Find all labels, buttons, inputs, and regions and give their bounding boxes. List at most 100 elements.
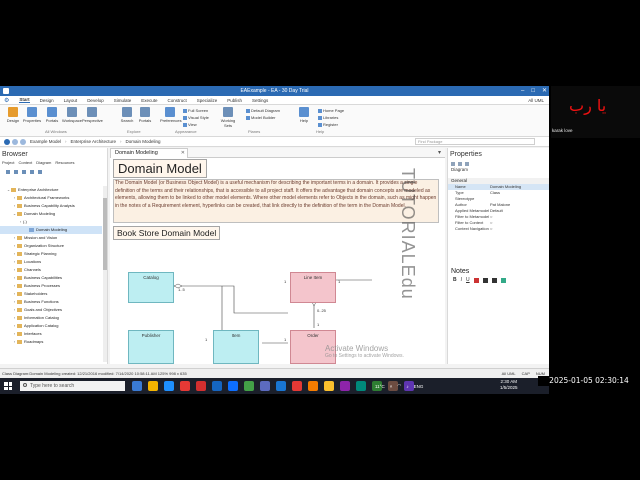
tree-item[interactable]: › Channels: [0, 266, 102, 274]
tray-overflow-icon[interactable]: ˄: [390, 384, 393, 389]
tree-item[interactable]: › Locations: [0, 258, 102, 266]
browser-tab-context[interactable]: Context: [18, 160, 32, 168]
status-perspective[interactable]: All UML: [502, 369, 516, 378]
forward-icon[interactable]: [12, 138, 18, 145]
close-tab-icon[interactable]: ✕: [181, 149, 185, 158]
libraries-button[interactable]: Libraries: [318, 115, 338, 120]
browser-tab-diagram[interactable]: Diagram: [36, 160, 51, 168]
property-value[interactable]: ○: [490, 226, 492, 232]
home-page-button[interactable]: Home Page: [318, 108, 344, 113]
crumb-example-model[interactable]: Example Model: [28, 139, 63, 144]
add-element-icon[interactable]: [14, 170, 18, 174]
diagram-canvas[interactable]: Domain Model The Domain Model (or Busine…: [110, 158, 441, 364]
taskbar-app-icon[interactable]: [164, 381, 174, 391]
taskbar-app-icon[interactable]: [132, 381, 142, 391]
categorized-icon[interactable]: [451, 161, 455, 166]
tab-settings[interactable]: Settings: [252, 98, 268, 103]
taskbar-app-icon[interactable]: [340, 381, 350, 391]
perspective-selector[interactable]: All UML: [528, 98, 544, 103]
add-package-icon[interactable]: [6, 170, 10, 174]
taskbar-app-icon[interactable]: [180, 381, 190, 391]
bullets-icon[interactable]: [482, 277, 488, 283]
up-icon[interactable]: [20, 138, 26, 145]
font-color-icon[interactable]: [473, 277, 479, 283]
visual-style-button[interactable]: Visual Style: [183, 115, 209, 120]
class-item[interactable]: Item: [213, 330, 259, 364]
class-line-item[interactable]: Line Item: [290, 272, 336, 303]
browser-scrollbar[interactable]: [103, 186, 107, 362]
tree-item[interactable]: › (.): [0, 218, 102, 226]
tree-item[interactable]: › Roadmaps: [0, 338, 102, 346]
taskbar-app-icon[interactable]: [356, 381, 366, 391]
ribbon-menu-icon[interactable]: ⚙: [4, 97, 9, 104]
insert-link-icon[interactable]: [500, 277, 506, 283]
taskbar-app-icon[interactable]: [244, 381, 254, 391]
taskbar-app-icon[interactable]: [276, 381, 286, 391]
tree-item[interactable]: › Business Processes: [0, 282, 102, 290]
back-icon[interactable]: [4, 138, 10, 145]
tab-start[interactable]: Start: [19, 97, 30, 103]
tree-item[interactable]: › Strategic Planning: [0, 250, 102, 258]
taskbar-clock[interactable]: 2:30 AM 1/5/2025: [500, 379, 518, 391]
taskbar-app-icon[interactable]: [228, 381, 238, 391]
tab-develop[interactable]: Develop: [87, 98, 104, 103]
class-publisher[interactable]: Publisher: [128, 330, 174, 364]
taskbar-app-icon[interactable]: [148, 381, 158, 391]
move-down-icon[interactable]: [30, 170, 34, 174]
tree-item[interactable]: › Goals and Objectives: [0, 306, 102, 314]
tab-specialize[interactable]: Specialize: [197, 98, 218, 103]
volume-icon[interactable]: ♪: [406, 384, 408, 389]
explore-portals-button[interactable]: Portals: [135, 107, 155, 123]
preferences-button[interactable]: Preferences: [160, 107, 182, 123]
taskbar-app-icon[interactable]: [212, 381, 222, 391]
weather-widget[interactable]: 11°C: [375, 384, 385, 389]
tree-item[interactable]: › Information Catalog: [0, 314, 102, 322]
taskbar-search[interactable]: Type here to search: [20, 381, 125, 391]
portals-button[interactable]: Portals: [42, 107, 62, 123]
taskbar-app-icon[interactable]: [324, 381, 334, 391]
class-catalog[interactable]: Catalog: [128, 272, 174, 303]
tab-construct[interactable]: Construct: [167, 98, 186, 103]
tree-item[interactable]: ⌄ Domain Modeling: [0, 210, 102, 218]
italic-button[interactable]: I: [461, 277, 462, 283]
crumb-domain-modeling[interactable]: Domain Modeling: [124, 139, 163, 144]
properties-menu-icon[interactable]: [465, 161, 469, 166]
help-button[interactable]: Help: [294, 107, 314, 123]
tree-item[interactable]: › Business Functions: [0, 298, 102, 306]
workspace-button[interactable]: Workspace: [62, 107, 82, 123]
full-screen-button[interactable]: Full Screen: [183, 108, 208, 113]
tab-execute[interactable]: Execute: [141, 98, 157, 103]
tab-design[interactable]: Design: [40, 98, 54, 103]
browser-menu-icon[interactable]: [38, 170, 42, 174]
browser-scroll-thumb[interactable]: [103, 198, 107, 270]
working-sets-button[interactable]: Working Sets: [218, 107, 238, 128]
browser-tab-resources[interactable]: Resources: [55, 160, 74, 168]
tree-item[interactable]: › Stakeholders: [0, 290, 102, 298]
crumb-enterprise-architecture[interactable]: Enterprise Architecture: [69, 139, 119, 144]
taskbar-app-icon[interactable]: [308, 381, 318, 391]
tree-item[interactable]: › Business Capabilities: [0, 274, 102, 282]
default-diagram-button[interactable]: Default Diagram: [246, 108, 280, 113]
search-button[interactable]: Search: [117, 107, 137, 123]
alphabetical-icon[interactable]: [458, 161, 462, 166]
model-builder-button[interactable]: Model Builder: [246, 115, 275, 120]
register-button[interactable]: Register: [318, 122, 338, 127]
maximize-button[interactable]: □: [531, 86, 535, 96]
network-icon[interactable]: ◠: [397, 383, 401, 389]
tree-item[interactable]: ⌄ Enterprise Architecture: [0, 186, 102, 194]
underline-button[interactable]: U: [466, 277, 470, 283]
taskbar-app-icon[interactable]: [260, 381, 270, 391]
tree-item[interactable]: › Organization Structure: [0, 242, 102, 250]
view-button[interactable]: View: [183, 122, 197, 127]
tabs-overflow-icon[interactable]: ▾: [438, 149, 441, 156]
close-button[interactable]: ✕: [542, 86, 547, 96]
tab-publish[interactable]: Publish: [227, 98, 242, 103]
tree-item[interactable]: › Application Catalog: [0, 322, 102, 330]
tree-item[interactable]: › Business Capability Analysis: [0, 202, 102, 210]
properties-button[interactable]: Properties: [22, 107, 42, 123]
tree-item[interactable]: Domain Modeling: [0, 226, 102, 234]
diagram-tab[interactable]: Domain Modeling ✕: [110, 148, 188, 158]
perspective-button[interactable]: Perspective: [82, 107, 103, 123]
numbering-icon[interactable]: [491, 277, 497, 283]
find-package-input[interactable]: Find Package: [415, 138, 535, 145]
